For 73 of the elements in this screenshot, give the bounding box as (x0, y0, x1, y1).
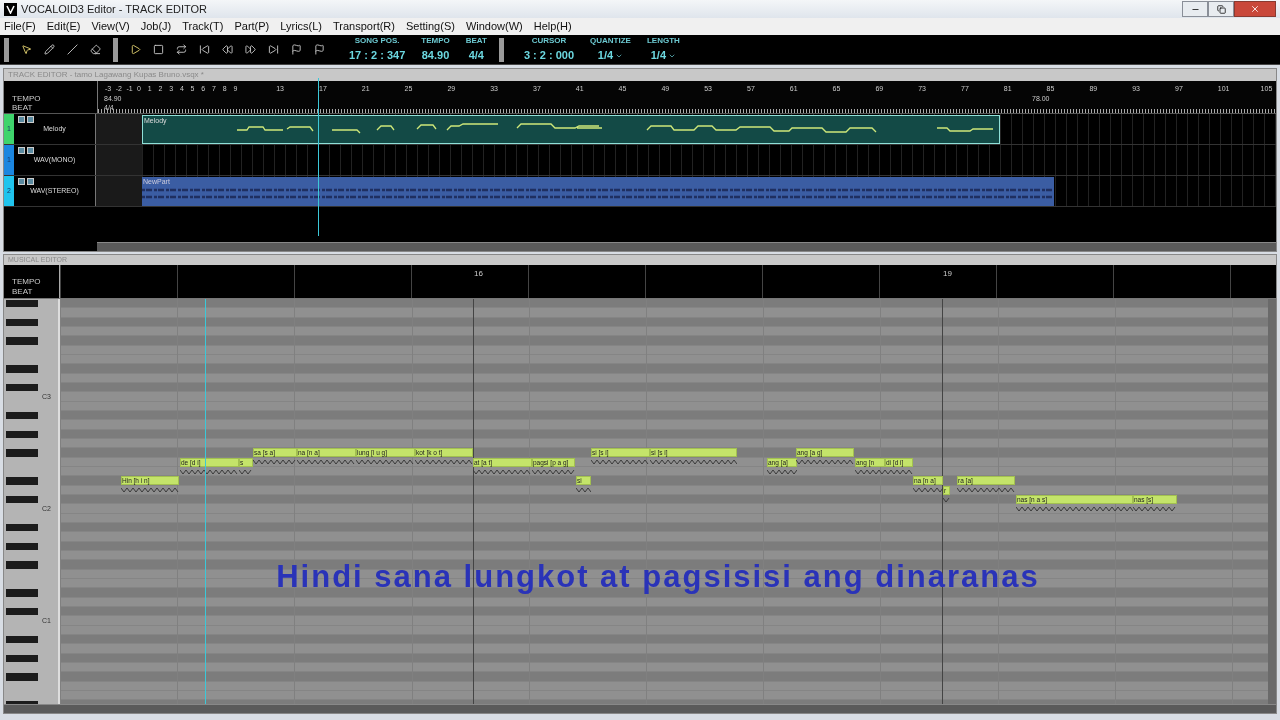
go-to-start-icon[interactable] (199, 44, 210, 55)
sharp-key[interactable] (6, 383, 38, 392)
toolbar-grip[interactable] (498, 37, 504, 62)
sharp-key[interactable] (6, 542, 38, 550)
rewind-icon[interactable] (222, 44, 233, 55)
pitch-curve (913, 487, 943, 494)
app-logo-icon (4, 2, 17, 16)
flag-icon[interactable] (314, 44, 325, 55)
sharp-key[interactable] (6, 654, 38, 662)
menu-item[interactable]: Lyrics(L) (280, 18, 323, 35)
tempo-label: TEMPO (12, 94, 42, 103)
readout-dropdown[interactable]: 1/4 (650, 47, 677, 64)
sharp-key[interactable] (6, 318, 38, 326)
bar-number: 19 (943, 268, 952, 280)
readout-dropdown[interactable]: 1/4 (597, 47, 624, 64)
toolbar-grip[interactable] (113, 37, 118, 62)
maximize-button[interactable] (1208, 1, 1234, 17)
pencil-tool-icon[interactable] (44, 44, 55, 55)
sharp-key[interactable] (6, 430, 38, 438)
line-tool-icon[interactable] (67, 44, 78, 55)
beat-label: BEAT (12, 287, 34, 297)
menu-item[interactable]: Setting(S) (405, 18, 455, 35)
menu-item[interactable]: Transport(R) (333, 18, 395, 35)
menu-item[interactable]: View(V) (91, 18, 130, 35)
pitch-curve (957, 487, 1015, 494)
sharp-key[interactable] (6, 635, 38, 644)
readout-label: LENGTH (646, 35, 680, 48)
stop-icon[interactable] (153, 44, 164, 55)
sharp-key[interactable] (6, 607, 38, 616)
readout-label: CURSOR (531, 35, 567, 48)
minimize-button[interactable] (1182, 1, 1208, 17)
arrow-tool-icon[interactable] (21, 44, 32, 55)
menu-item[interactable]: Help(H) (533, 18, 572, 35)
pitch-curve (121, 487, 179, 494)
menu-item[interactable]: Edit(E) (46, 18, 81, 35)
readout-label: TEMPO (421, 35, 450, 48)
menu-item[interactable]: File(F) (4, 18, 36, 35)
sharp-key[interactable] (6, 411, 38, 420)
menu-item[interactable]: Window(W) (465, 18, 523, 35)
track-playhead-line[interactable] (318, 78, 319, 236)
readout-value: 4/4 (468, 48, 484, 64)
pitch-curve (943, 496, 950, 503)
toolbar-grip[interactable] (4, 37, 9, 62)
readout-value: 17 : 2 : 347 (349, 48, 406, 64)
pitch-curve (576, 487, 591, 494)
flag-icon[interactable] (291, 44, 302, 55)
tempo-label: TEMPO (12, 277, 42, 287)
vertical-scrollbar[interactable] (1268, 299, 1276, 704)
restore-icon (1216, 4, 1226, 14)
play-icon[interactable] (130, 44, 141, 55)
sharp-key[interactable] (6, 495, 38, 504)
fast-forward-icon[interactable] (245, 44, 256, 55)
pitch-curve (796, 459, 854, 466)
loop-icon[interactable] (176, 44, 187, 55)
beat-label: BEAT (12, 103, 34, 112)
readout-label: QUANTIZE (590, 35, 631, 48)
sharp-key[interactable] (6, 300, 38, 308)
eraser-tool-icon[interactable] (90, 44, 101, 55)
go-to-end-icon[interactable] (268, 44, 279, 55)
window-title: VOCALOID3 Editor - TRACK EDITOR (21, 1, 209, 17)
pitch-curve (767, 468, 797, 475)
menu-item[interactable]: Track(T) (182, 18, 224, 35)
sharp-key[interactable] (6, 523, 38, 532)
close-icon (1250, 4, 1260, 14)
bar-number: 16 (474, 268, 483, 280)
menu-item[interactable]: Part(P) (234, 18, 270, 35)
readout-value: 84.90 (421, 48, 450, 64)
menu-item[interactable]: Job(J) (140, 18, 172, 35)
readout-value: 3 : 2 : 000 (523, 48, 575, 64)
readout-label: BEAT (465, 35, 487, 48)
horizontal-scrollbar[interactable] (4, 704, 1276, 713)
horizontal-scrollbar[interactable] (97, 242, 1276, 251)
readout-label: SONG POS. (354, 35, 400, 48)
